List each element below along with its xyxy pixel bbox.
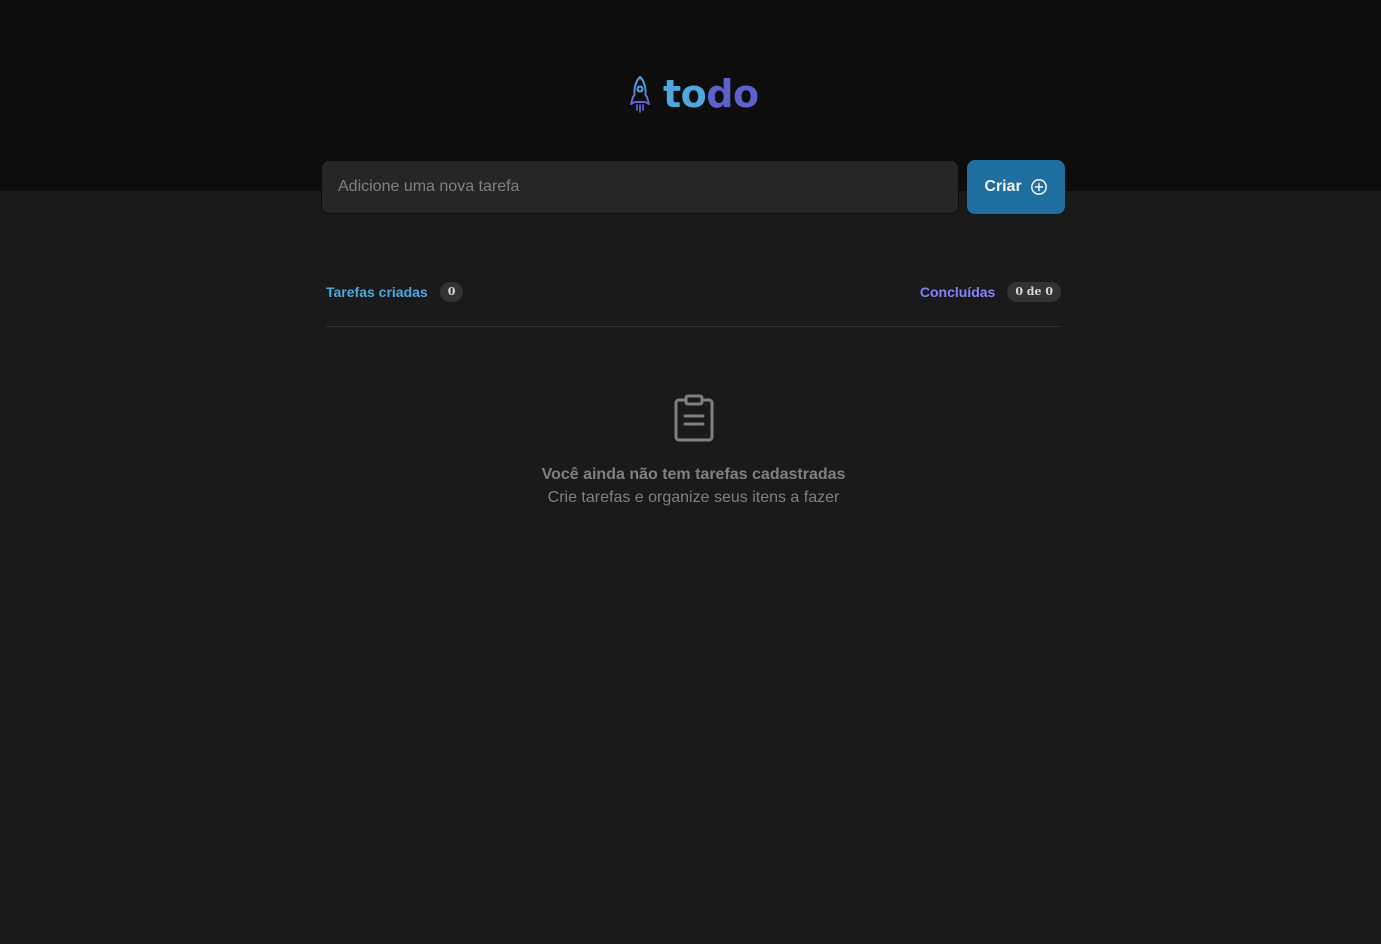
empty-subtitle: Crie tarefas e organize seus itens a faz…	[547, 489, 840, 506]
new-task-input[interactable]	[321, 160, 959, 214]
rocket-icon	[630, 76, 650, 113]
done-label: Concluídas	[919, 284, 996, 300]
created-count-badge: 0	[439, 282, 464, 302]
empty-title: Você ainda não tem tarefas cadastradas	[541, 466, 846, 483]
divider	[326, 326, 1061, 327]
plus-circle-icon	[1030, 179, 1047, 195]
logo-text-to: to	[663, 72, 707, 116]
done-counter: Concluídas 0 de 0	[920, 282, 1061, 302]
created-counter: Tarefas criadas 0	[326, 282, 464, 302]
new-task-form: Criar	[321, 160, 1065, 214]
task-counters: Tarefas criadas 0 Concluídas 0 de 0	[326, 281, 1061, 303]
create-button-label: Criar	[984, 178, 1022, 195]
created-label: Tarefas criadas	[326, 284, 428, 300]
create-button[interactable]: Criar	[967, 160, 1065, 214]
empty-state: Você ainda não tem tarefas cadastradas C…	[326, 394, 1061, 510]
logo-text-do: do	[706, 72, 759, 116]
clipboard-icon	[674, 394, 713, 442]
logo: todo	[627, 72, 759, 116]
done-count-badge: 0 de 0	[1007, 282, 1061, 302]
logo-text: todo	[663, 72, 759, 116]
